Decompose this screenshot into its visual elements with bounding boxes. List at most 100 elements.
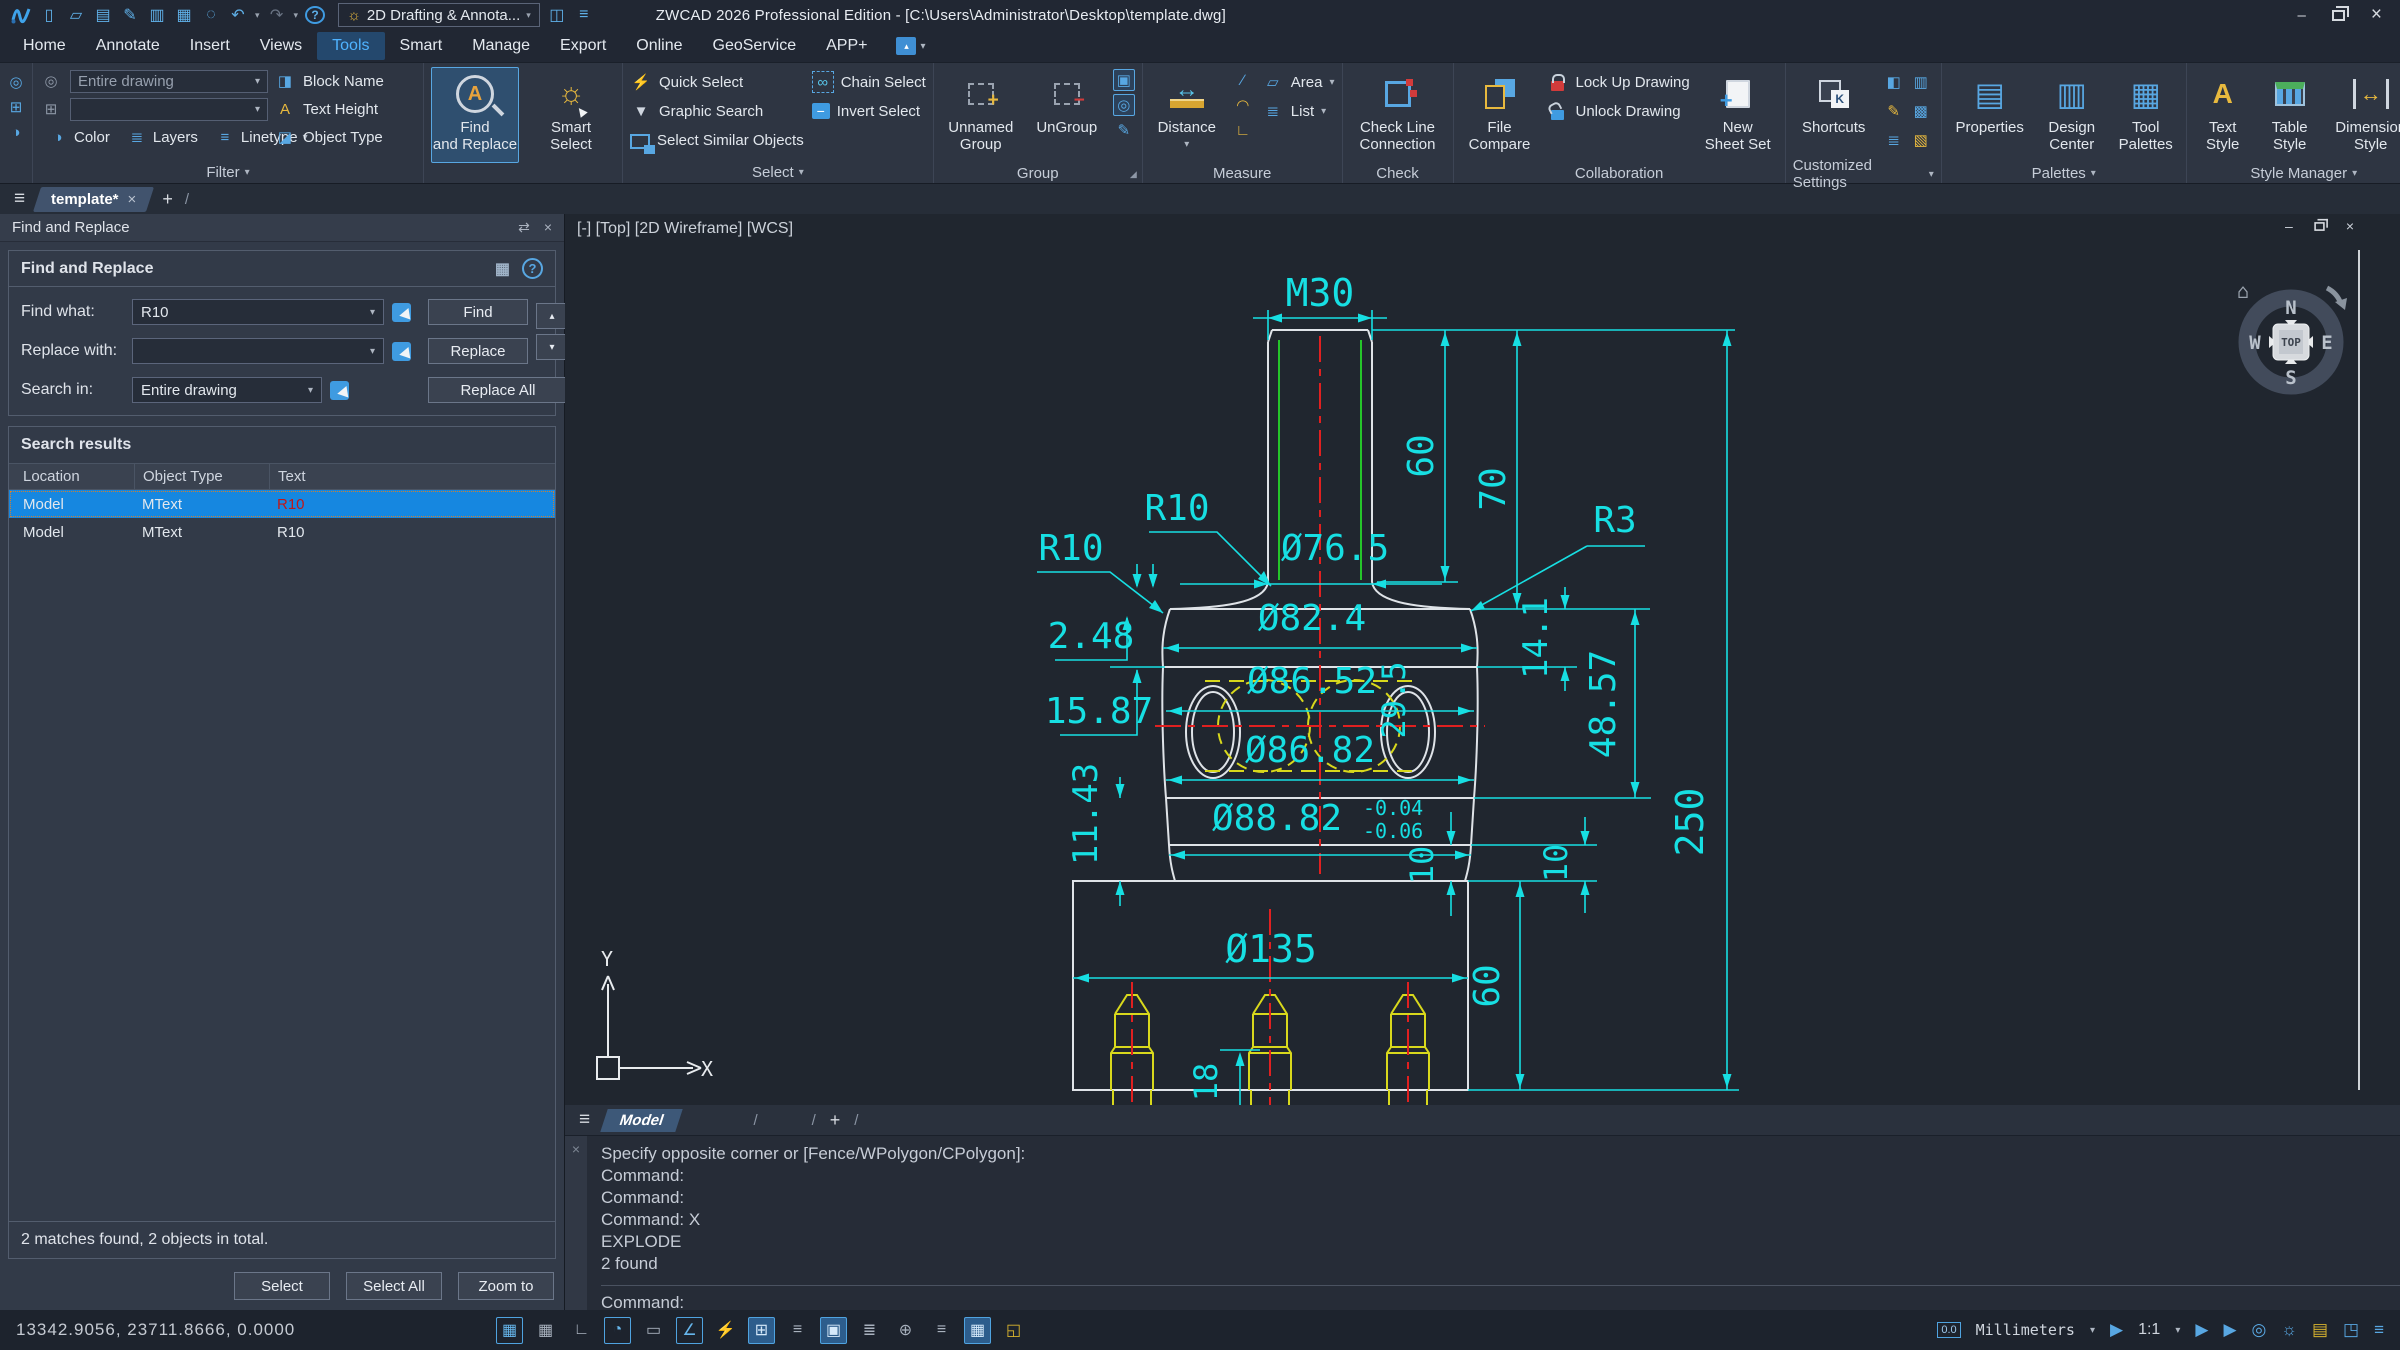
precision-badge[interactable]: 0.0 <box>1937 1322 1960 1338</box>
group-section-label[interactable]: Group◢ <box>941 163 1135 183</box>
hardware-acceleration-icon[interactable]: ▤ <box>2312 1320 2328 1340</box>
close-button[interactable]: × <box>2371 4 2382 26</box>
menu-export[interactable]: Export <box>545 32 621 60</box>
command-prompt[interactable]: Command: <box>601 1292 2400 1314</box>
replace-pick-icon[interactable] <box>392 342 411 361</box>
style-manager-label[interactable]: Style Manager▾ <box>2194 163 2400 183</box>
measure-section-label[interactable]: Measure <box>1150 163 1335 183</box>
pgp-edit-icon[interactable]: ✎ <box>1883 100 1905 122</box>
units-caret-icon[interactable]: ▾ <box>2090 1325 2095 1336</box>
full-screen-icon[interactable]: ◳ <box>2343 1320 2359 1340</box>
undo-caret-icon[interactable]: ▾ <box>255 10 260 21</box>
auto-scale-icon[interactable]: ▶ <box>2223 1320 2236 1340</box>
viewport-label[interactable]: [-] [Top] [2D Wireframe] [WCS] <box>577 220 793 238</box>
coordinate-icon[interactable]: ∟ <box>1232 119 1254 141</box>
ribbon-caret-icon[interactable]: ▾ <box>920 41 925 52</box>
lineweight-toggle[interactable]: ≡ <box>784 1317 811 1344</box>
viewport-minimize-icon[interactable]: – <box>2285 218 2293 234</box>
menu-smart[interactable]: Smart <box>385 32 458 60</box>
find-and-replace-button[interactable]: A Findand Replace <box>431 67 519 163</box>
snap-tracking-toggle[interactable]: ⚡ <box>712 1317 739 1344</box>
alias-edit-icon[interactable]: ◧ <box>1883 71 1905 93</box>
undo-icon[interactable]: ↶ <box>228 4 248 26</box>
new-file-icon[interactable]: ▯ <box>39 4 59 26</box>
qr-config-icon[interactable]: ▩ <box>1910 100 1932 122</box>
annotation-scale-value[interactable]: 1:1 <box>2138 1321 2160 1339</box>
smart-select-button[interactable]: ☼▲ SmartSelect <box>527 67 615 163</box>
preview-icon[interactable]: ◌ <box>201 4 221 26</box>
quick-select-button[interactable]: ⚡Quick Select <box>630 69 804 95</box>
cursor-badge-icon[interactable]: ◎ <box>2252 1320 2267 1340</box>
replace-all-button[interactable]: Replace All <box>428 377 568 403</box>
find-what-combo[interactable]: R10▾ <box>132 299 384 325</box>
graphic-search-button[interactable]: ▼Graphic Search <box>630 98 804 124</box>
viewport-restore-icon[interactable] <box>2314 222 2324 231</box>
block-name-button[interactable]: ◨Block Name <box>274 68 416 94</box>
col-object-type[interactable]: Object Type <box>134 464 269 489</box>
table-row[interactable]: Model MText R10 <box>9 518 555 546</box>
ribbon-collapse-control[interactable]: ▴ ▾ <box>896 37 925 55</box>
compass-east[interactable]: E <box>2321 332 2332 354</box>
check-line-connection-button[interactable]: Check LineConnection <box>1350 67 1446 163</box>
grid-display-toggle[interactable]: ▦ <box>496 1317 523 1344</box>
command-line-panel[interactable]: × Specify opposite corner or [Fence/WPol… <box>565 1135 2400 1310</box>
filter-value-combo[interactable]: ▾ <box>70 98 268 121</box>
unlock-drawing-button[interactable]: Unlock Drawing <box>1547 98 1690 124</box>
text-height-button[interactable]: AText Height <box>274 96 416 122</box>
panel-dock-icon[interactable]: ⇄ <box>518 219 530 236</box>
search-combo-caret[interactable]: ▾ <box>308 385 313 396</box>
select-objects-icon[interactable]: ⊞ <box>5 96 27 118</box>
search-pick-icon[interactable] <box>330 381 349 400</box>
group-edit-icon[interactable]: ✎ <box>1113 119 1135 141</box>
text-style-button[interactable]: A TextStyle <box>2194 67 2252 163</box>
zoom-to-button[interactable]: Zoom to <box>458 1272 554 1300</box>
panel-help-icon[interactable]: ? <box>522 258 543 279</box>
unnamed-group-button[interactable]: + UnnamedGroup <box>941 67 1021 163</box>
plot-icon[interactable]: ▥ <box>147 4 167 26</box>
menu-annotate[interactable]: Annotate <box>81 32 175 60</box>
selection-cycling-toggle[interactable]: ≣ <box>856 1317 883 1344</box>
find-button[interactable]: Find <box>428 299 528 325</box>
area-button[interactable]: ▱Area▾ <box>1262 69 1335 95</box>
col-location[interactable]: Location <box>9 468 134 485</box>
select-similar-button[interactable]: Select Similar Objects <box>630 127 804 153</box>
search-in-combo[interactable]: Entire drawing▾ <box>132 377 322 403</box>
design-center-button[interactable]: ▥ DesignCenter <box>2039 67 2105 163</box>
menu-tools[interactable]: Tools <box>317 32 384 60</box>
compass-south[interactable]: S <box>2285 367 2296 389</box>
select-section-label[interactable]: Select▾ <box>630 161 926 183</box>
chain-select-button[interactable]: ∞Chain Select <box>812 69 926 95</box>
scale-list-icon[interactable]: ≣ <box>1883 129 1905 151</box>
scale-caret-icon[interactable]: ▾ <box>2175 1325 2180 1336</box>
file-compare-button[interactable]: FileCompare <box>1461 67 1539 163</box>
lock-up-drawing-button[interactable]: Lock Up Drawing <box>1547 69 1690 95</box>
menu-manage[interactable]: Manage <box>457 32 545 60</box>
drawing-viewport[interactable]: [-] [Top] [2D Wireframe] [WCS] – × ⌂ N E… <box>565 214 2400 1105</box>
open-file-icon[interactable]: ▱ <box>66 4 86 26</box>
panel-close-icon[interactable]: × <box>544 219 552 236</box>
result-prev-button[interactable]: ▴ <box>536 303 568 329</box>
home-icon[interactable]: ⌂ <box>2237 279 2249 303</box>
annotation-scale-icon[interactable]: ▶ <box>2110 1320 2123 1340</box>
restore-button[interactable] <box>2332 10 2345 21</box>
menu-online[interactable]: Online <box>621 32 697 60</box>
compass-west[interactable]: W <box>2249 332 2261 354</box>
menu-home[interactable]: Home <box>8 32 81 60</box>
status-menu-icon[interactable]: ≡ <box>2374 1320 2384 1340</box>
replace-combo-caret[interactable]: ▾ <box>370 346 375 357</box>
filter-scope-combo[interactable]: Entire drawing▾ <box>70 70 268 93</box>
workspace-switcher[interactable]: ☼ 2D Drafting & Annota... ▾ <box>338 3 540 27</box>
doc-tabs-menu-icon[interactable]: ≡ <box>14 188 25 210</box>
result-next-button[interactable]: ▾ <box>536 334 568 360</box>
angle-snap-toggle[interactable]: ∠ <box>676 1317 703 1344</box>
redo-caret-icon[interactable]: ▾ <box>294 10 299 21</box>
new-sheet-set-button[interactable]: NewSheet Set <box>1698 67 1778 163</box>
layout-menu-icon[interactable]: ≡ <box>579 1109 590 1131</box>
panel-settings-icon[interactable]: ▦ <box>495 259 510 279</box>
check-section-label[interactable]: Check <box>1350 163 1446 183</box>
help-icon[interactable]: ? <box>305 6 325 24</box>
snap-toggle[interactable]: ▦ <box>532 1317 559 1344</box>
annotation-scale-toggle[interactable]: ≡ <box>928 1317 955 1344</box>
object-type-button[interactable]: ◪Object Type <box>274 124 416 150</box>
quick-measure-icon[interactable]: ∕ <box>1232 69 1254 91</box>
